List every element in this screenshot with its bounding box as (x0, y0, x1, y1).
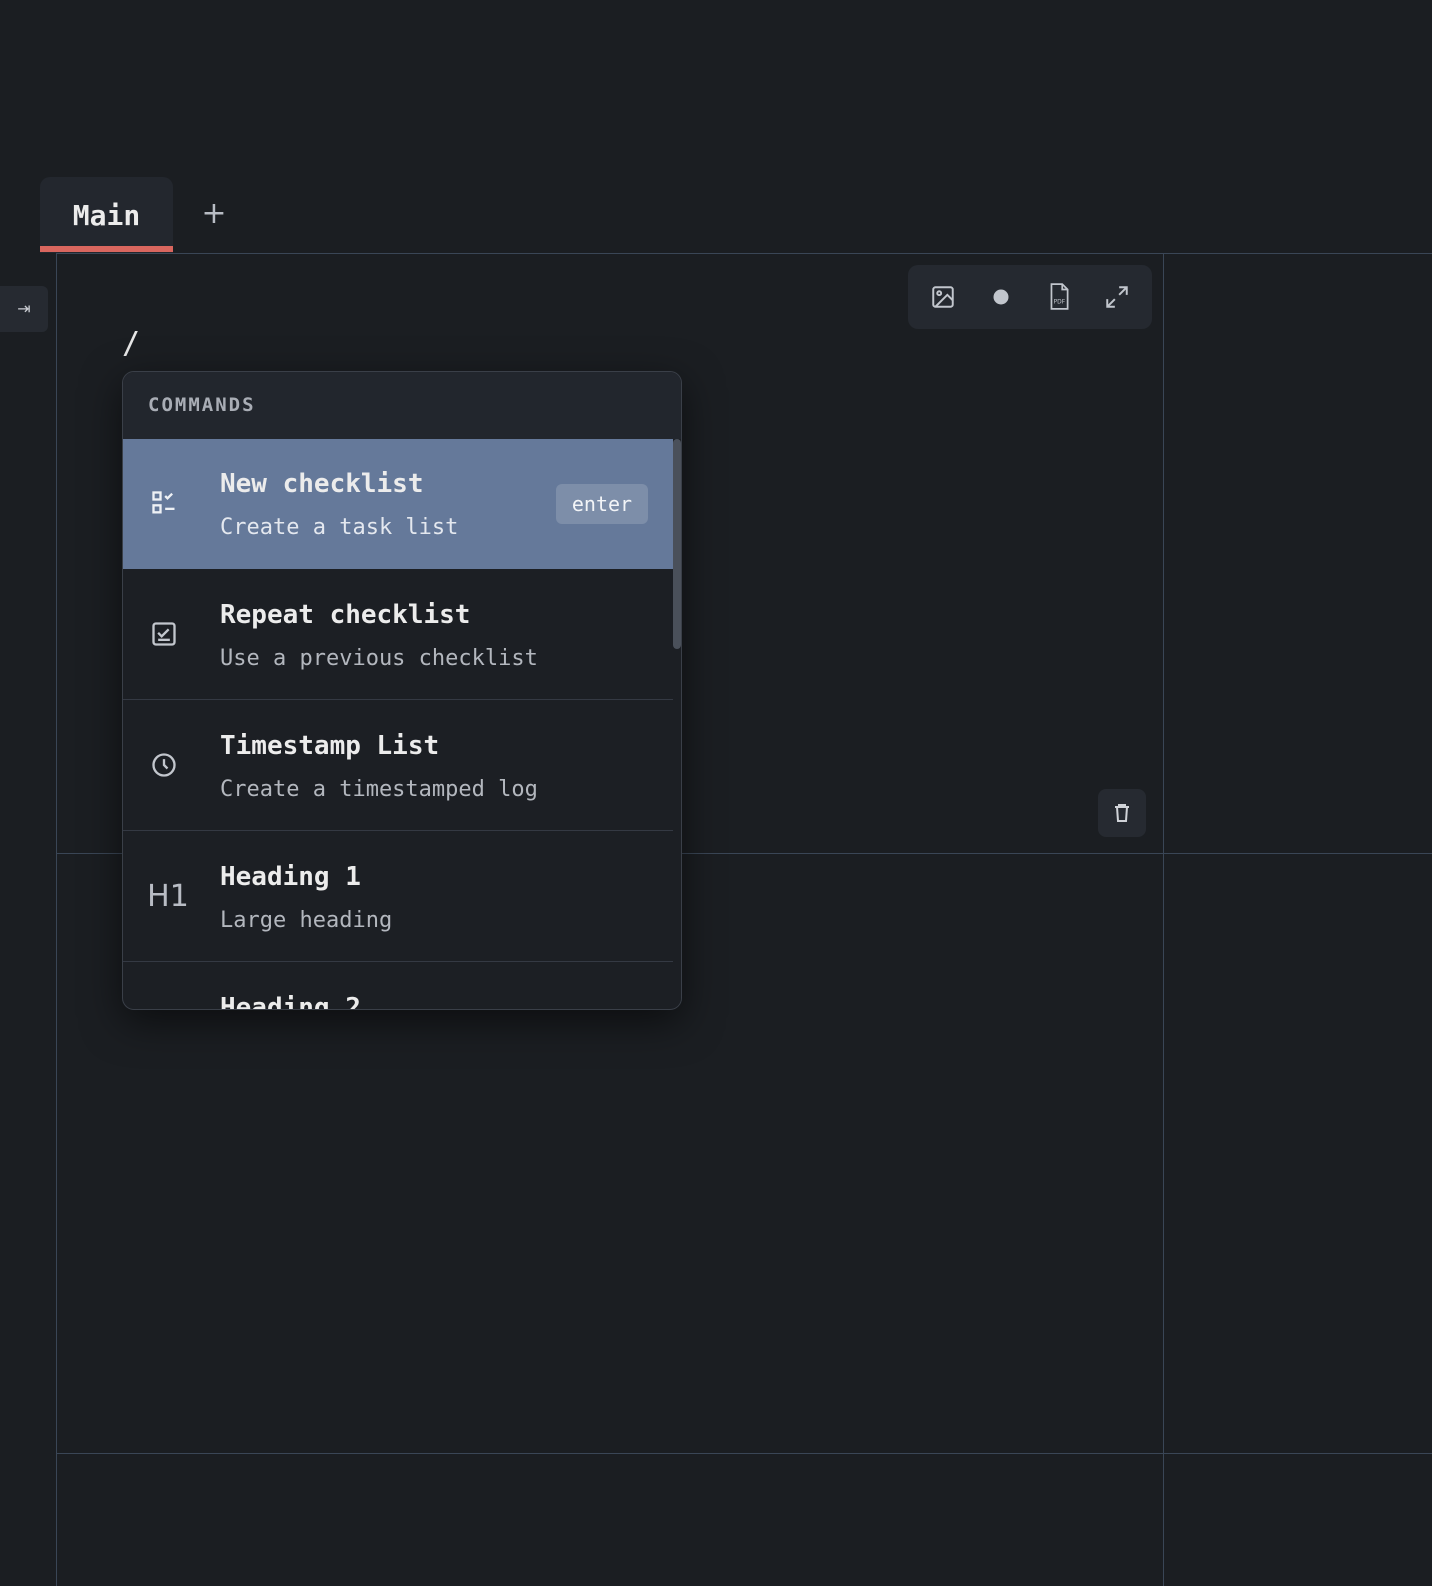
clock-icon (147, 748, 181, 782)
record-button[interactable] (978, 274, 1024, 320)
shortcut-badge: enter (556, 484, 648, 524)
command-menu: COMMANDS New checklist Create a task lis… (122, 371, 682, 1010)
command-item-title: New checklist (220, 469, 424, 499)
command-menu-scrollbar-thumb[interactable] (673, 439, 681, 649)
grid-line-left (56, 253, 57, 1586)
image-icon (932, 286, 954, 308)
active-tab-indicator (40, 246, 173, 252)
svg-text:PDF: PDF (1054, 299, 1066, 305)
command-item-repeat-checklist[interactable]: Repeat checklist Use a previous checklis… (123, 570, 674, 700)
command-item-new-checklist[interactable]: New checklist Create a task list enter (123, 439, 674, 569)
trash-icon (1115, 804, 1129, 822)
tab-main[interactable]: Main (40, 177, 173, 253)
command-menu-title: COMMANDS (148, 394, 256, 416)
expand-icon (1106, 286, 1128, 308)
command-item-subtitle: Use a previous checklist (220, 646, 538, 671)
block-toolbar: PDF (908, 265, 1152, 329)
command-item-title: Heading 2 (220, 993, 361, 1010)
command-item-subtitle: Create a task list (220, 515, 459, 540)
insert-image-button[interactable] (920, 274, 966, 320)
editor-typed-text[interactable]: / (122, 326, 140, 361)
command-item-title: Timestamp List (220, 731, 440, 761)
record-dot-icon (993, 289, 1009, 305)
command-item-timestamp-list[interactable]: Timestamp List Create a timestamped log (123, 701, 674, 831)
grid-line-bottom (56, 1453, 1432, 1454)
grid-line-top (56, 253, 1432, 254)
command-item-subtitle: Create a timestamped log (220, 777, 538, 802)
command-item-title: Heading 1 (220, 862, 361, 892)
sidebar-toggle-button[interactable]: ⇥ (0, 286, 48, 332)
pdf-icon: PDF (1050, 283, 1069, 310)
command-item-heading-1[interactable]: H1 Heading 1 Large heading (123, 832, 674, 962)
checklist-icon (147, 486, 181, 520)
sidebar-toggle-icon: ⇥ (17, 299, 31, 318)
h1-icon: H1 (147, 878, 189, 914)
add-tab-button[interactable]: + (196, 196, 232, 232)
command-item-title: Repeat checklist (220, 600, 471, 630)
checkbox-repeat-icon (147, 617, 181, 651)
command-item-subtitle: Large heading (220, 908, 393, 933)
command-menu-header: COMMANDS (123, 372, 681, 440)
grid-line-right (1163, 253, 1164, 1586)
expand-button[interactable] (1094, 274, 1140, 320)
export-pdf-button[interactable]: PDF (1036, 274, 1082, 320)
tab-main-label: Main (72, 199, 141, 232)
command-list: New checklist Create a task list enter R… (123, 439, 674, 1010)
delete-block-button[interactable] (1098, 789, 1146, 837)
command-item-heading-2[interactable]: Heading 2 (123, 963, 674, 1010)
